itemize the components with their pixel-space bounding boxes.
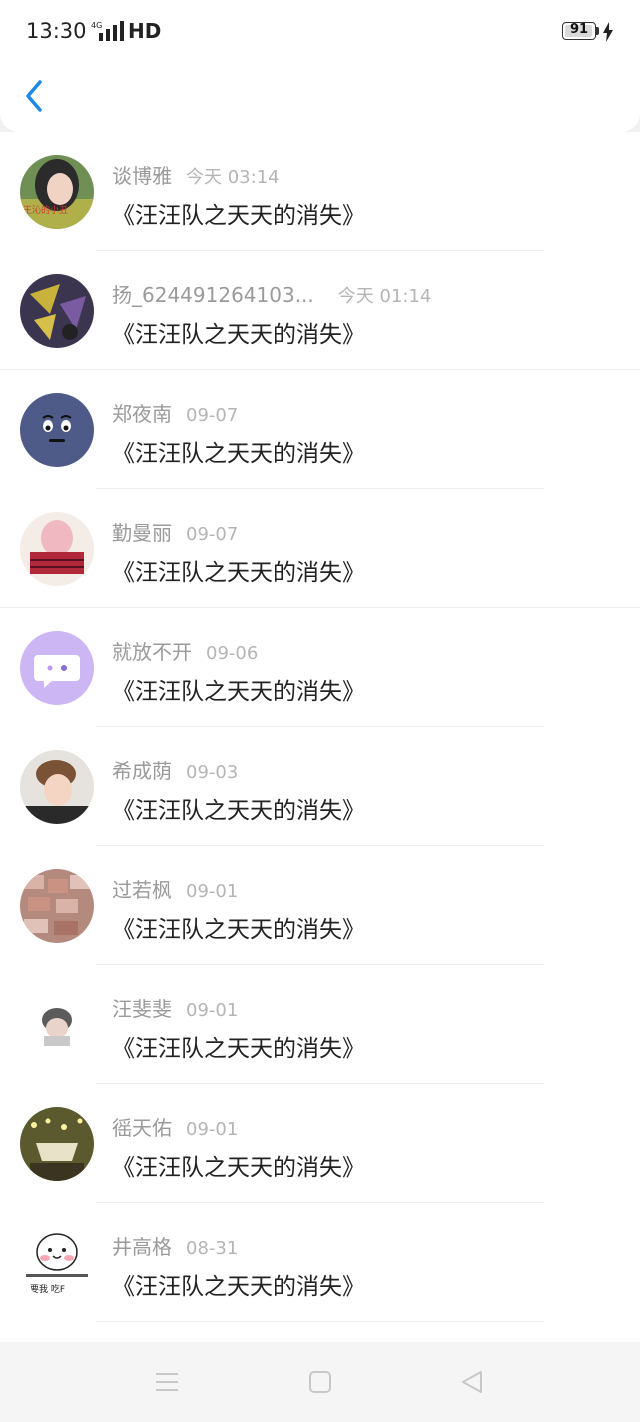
- comment-date: 09-01: [186, 1119, 239, 1140]
- comment-date: 09-07: [186, 524, 239, 545]
- menu-icon[interactable]: [152, 1367, 182, 1397]
- comment-title: 《汪汪队之天天的消失》: [112, 560, 365, 586]
- comment-list: 王沁的小丑 谈博雅 今天 03:14 《汪汪队之天天的消失》 扬_62449126…: [0, 132, 640, 1342]
- comment-title: 《汪汪队之天天的消失》: [112, 1155, 365, 1181]
- comment-date: 09-01: [186, 881, 239, 902]
- home-square-icon[interactable]: [305, 1367, 335, 1397]
- avatar[interactable]: 王沁的小丑: [20, 155, 94, 229]
- back-triangle-icon[interactable]: [457, 1367, 487, 1397]
- user-name[interactable]: 勤曼丽: [112, 521, 172, 545]
- user-name[interactable]: 井高格: [112, 1235, 172, 1259]
- comment-meta: 汪斐斐 09-01: [112, 993, 238, 1021]
- divider: [96, 1321, 544, 1322]
- app-header: 13:30 4G HD 91: [0, 0, 640, 132]
- list-item[interactable]: 郑夜南 09-07 《汪汪队之天天的消失》: [0, 370, 640, 489]
- avatar[interactable]: [20, 988, 94, 1062]
- comment-date: 09-06: [206, 643, 259, 664]
- comment-meta: 过若枫 09-01: [112, 874, 238, 902]
- user-name[interactable]: 汪斐斐: [112, 997, 172, 1021]
- status-time: 13:30: [26, 19, 87, 43]
- status-bar: 13:30 4G HD 91: [0, 0, 640, 64]
- charging-icon: [603, 22, 613, 42]
- comment-meta: 谈博雅 今天 03:14: [112, 160, 280, 188]
- user-name[interactable]: 谈博雅: [112, 164, 172, 188]
- comment-meta: 井高格 08-31: [112, 1231, 238, 1259]
- avatar[interactable]: [20, 750, 94, 824]
- comment-title: 《汪汪队之天天的消失》: [112, 203, 365, 229]
- list-item[interactable]: 要我 吃F 井高格 08-31 《汪汪队之天天的消失》: [0, 1203, 640, 1322]
- comment-meta: 希成荫 09-03: [112, 755, 238, 783]
- comment-date: 09-03: [186, 762, 239, 783]
- avatar[interactable]: [20, 869, 94, 943]
- avatar-caption: 要我 吃F: [30, 1283, 65, 1295]
- comment-date: 今天 03:14: [186, 167, 280, 188]
- comment-title: 《汪汪队之天天的消失》: [112, 1036, 365, 1062]
- list-item[interactable]: 王沁的小丑 谈博雅 今天 03:14 《汪汪队之天天的消失》: [0, 132, 640, 251]
- avatar[interactable]: 要我 吃F: [20, 1226, 94, 1300]
- hd-badge: HD: [128, 19, 162, 43]
- avatar[interactable]: [20, 393, 94, 467]
- battery-level: 91: [569, 22, 589, 37]
- avatar[interactable]: [20, 512, 94, 586]
- user-name[interactable]: 就放不开: [112, 640, 192, 664]
- list-item[interactable]: 汪斐斐 09-01 《汪汪队之天天的消失》: [0, 965, 640, 1084]
- user-name[interactable]: 郑夜南: [112, 402, 172, 426]
- avatar[interactable]: [20, 274, 94, 348]
- avatar[interactable]: [20, 631, 94, 705]
- comment-title: 《汪汪队之天天的消失》: [112, 798, 365, 824]
- comment-title: 《汪汪队之天天的消失》: [112, 917, 365, 943]
- comment-title: 《汪汪队之天天的消失》: [112, 322, 365, 348]
- comment-meta: 勤曼丽 09-07: [112, 517, 238, 545]
- comment-date: 08-31: [186, 1238, 239, 1259]
- comment-date: 今天 01:14: [337, 286, 432, 307]
- user-name[interactable]: 徭天佑: [112, 1116, 172, 1140]
- user-name[interactable]: 希成荫: [112, 759, 172, 783]
- battery-cap: [596, 27, 599, 35]
- comment-date: 09-07: [186, 405, 239, 426]
- avatar[interactable]: [20, 1107, 94, 1181]
- comment-date: 09-01: [186, 1000, 239, 1021]
- user-name[interactable]: 扬_624491264103...: [112, 283, 314, 307]
- user-name[interactable]: 过若枫: [112, 878, 172, 902]
- signal-icon: 4G: [91, 21, 124, 41]
- network-type-label: 4G: [91, 21, 102, 30]
- comment-meta: 扬_624491264103... 今天 01:14: [112, 279, 431, 307]
- list-item[interactable]: 希成荫 09-03 《汪汪队之天天的消失》: [0, 727, 640, 846]
- comment-meta: 徭天佑 09-01: [112, 1112, 238, 1140]
- avatar-caption: 王沁的小丑: [23, 204, 68, 216]
- comment-title: 《汪汪队之天天的消失》: [112, 1274, 365, 1300]
- list-item[interactable]: 过若枫 09-01 《汪汪队之天天的消失》: [0, 846, 640, 965]
- list-item[interactable]: 徭天佑 09-01 《汪汪队之天天的消失》: [0, 1084, 640, 1203]
- comment-title: 《汪汪队之天天的消失》: [112, 679, 365, 705]
- battery-icon: 91: [562, 22, 596, 40]
- comment-meta: 就放不开 09-06: [112, 636, 258, 664]
- comment-title: 《汪汪队之天天的消失》: [112, 441, 365, 467]
- system-nav-bar: [0, 1342, 640, 1422]
- comment-meta: 郑夜南 09-07: [112, 398, 238, 426]
- list-item[interactable]: 就放不开 09-06 《汪汪队之天天的消失》: [0, 608, 640, 727]
- list-item[interactable]: 扬_624491264103... 今天 01:14 《汪汪队之天天的消失》: [0, 251, 640, 370]
- back-button[interactable]: [20, 78, 52, 114]
- list-item[interactable]: 勤曼丽 09-07 《汪汪队之天天的消失》: [0, 489, 640, 608]
